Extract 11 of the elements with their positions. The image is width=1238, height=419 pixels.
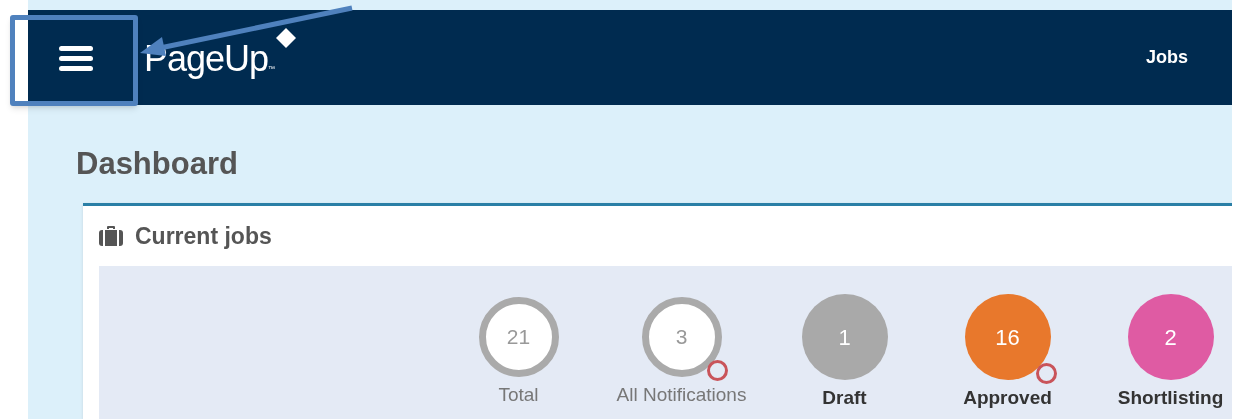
status-label: Draft [822,386,867,410]
status-label: All Notifications [616,383,747,407]
briefcase-icon [99,225,123,247]
card-title: Current jobs [135,221,272,251]
status-label: Total [498,383,539,407]
page-title: Dashboard [76,148,239,179]
diamond-icon [275,26,298,49]
status-label: Shortlisting [1117,386,1224,410]
status-label: Approved [963,386,1052,410]
menu-icon [59,43,93,72]
nav-link[interactable]: Jobs [1146,44,1188,71]
